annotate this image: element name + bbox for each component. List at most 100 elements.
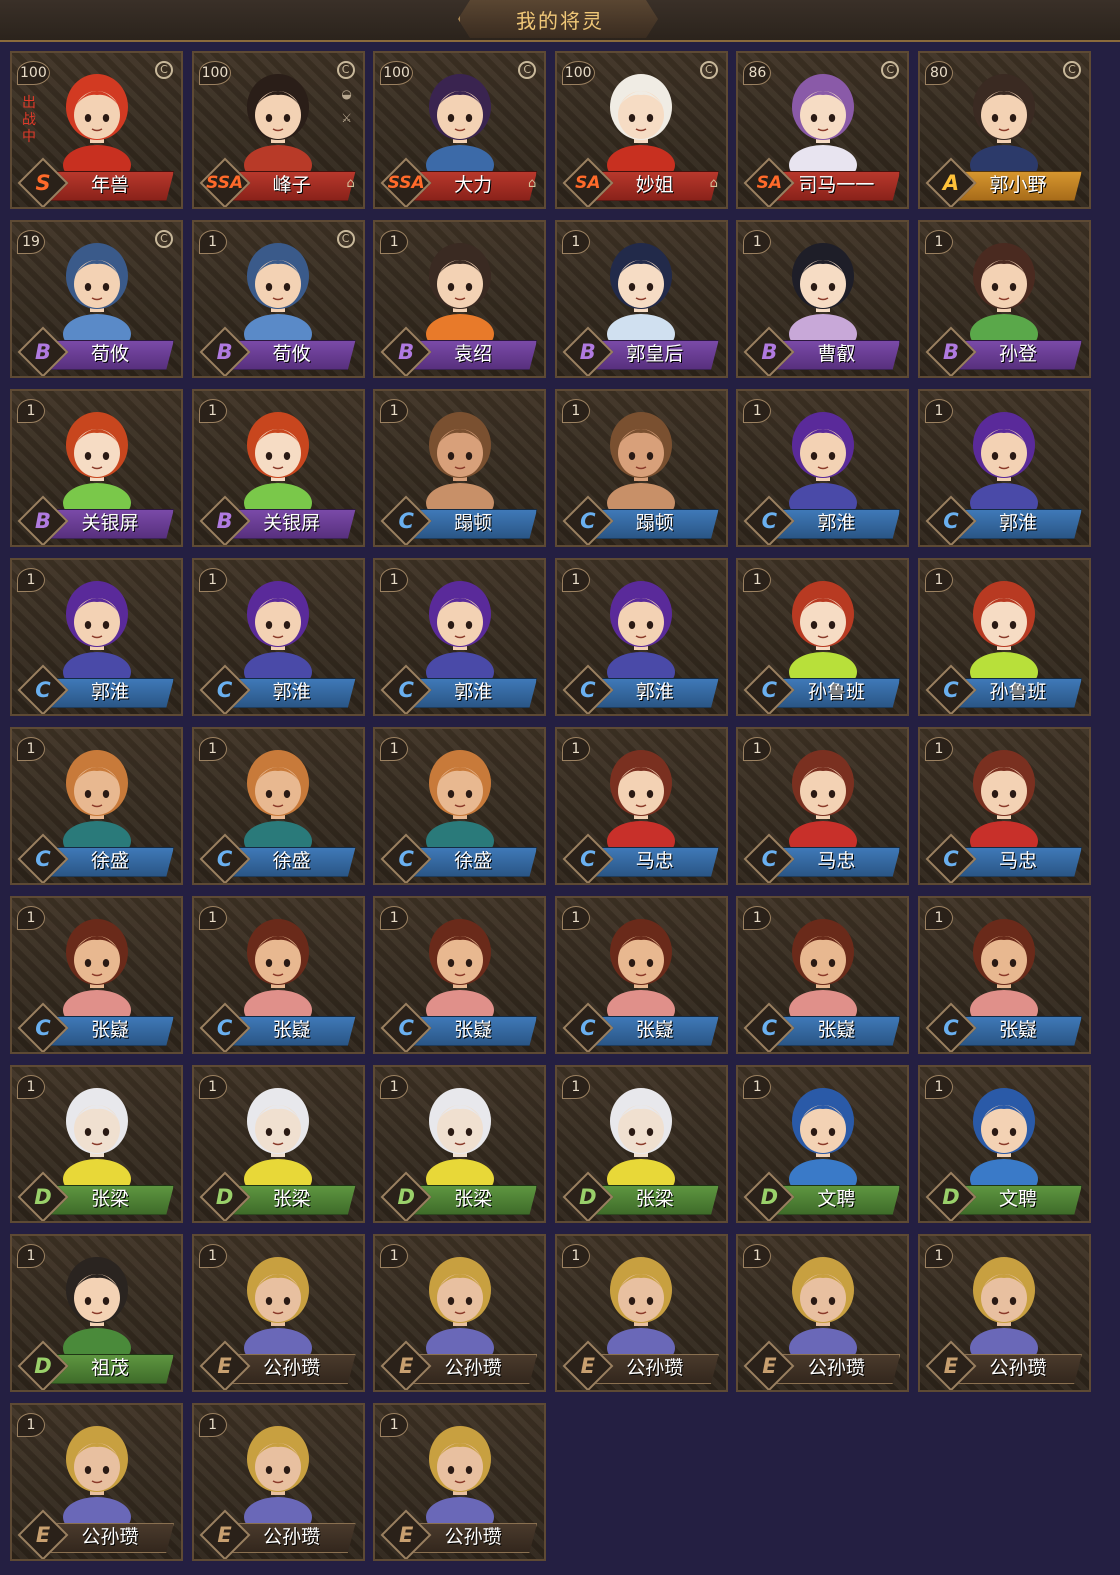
spirit-card[interactable]: 1 郭皇后 B <box>554 220 728 378</box>
character-name: 公孙瓒 <box>989 1357 1047 1379</box>
spirit-card[interactable]: 1 徐盛 C <box>10 727 183 885</box>
character-name: 关银屏 <box>81 512 139 534</box>
spirit-card[interactable]: 1 公孙瓒 E <box>917 1234 1091 1392</box>
spirit-card[interactable]: 1 公孙瓒 E <box>373 1403 547 1561</box>
spirit-card[interactable]: 1 马忠 C <box>917 727 1091 885</box>
character-name: 司马一一 <box>798 174 875 196</box>
spirit-card[interactable]: 1 张嶷 C <box>736 896 910 1054</box>
grade-letter: C <box>35 1016 51 1040</box>
character-portrait <box>788 1257 857 1356</box>
spirit-card[interactable]: 1 郭淮 C <box>191 558 365 716</box>
character-portrait <box>607 919 676 1018</box>
spirit-card[interactable]: 1 郭淮 C <box>736 389 910 547</box>
spirit-card[interactable]: 100 年兽 S C 出战中 <box>10 51 183 209</box>
spirit-card[interactable]: 1 袁绍 B <box>373 220 547 378</box>
lock-icon: ⌂ <box>528 176 537 191</box>
spirit-card[interactable]: 100 大力 SSA C ⌂ <box>373 51 547 209</box>
character-portrait <box>62 919 131 1018</box>
level-badge: 1 <box>924 737 953 761</box>
spirit-card[interactable]: 1 郭淮 C <box>917 389 1091 547</box>
level-badge: 1 <box>561 230 590 254</box>
level-badge: 1 <box>743 737 772 761</box>
spirit-card[interactable]: 1 蹋顿 C <box>554 389 728 547</box>
character-name: 妙姐 <box>635 174 674 196</box>
spirit-card[interactable]: 1 关银屏 B <box>10 389 183 547</box>
spirit-card[interactable]: 1 公孙瓒 E <box>10 1403 183 1561</box>
spirit-card[interactable]: 1 孙登 B <box>917 220 1091 378</box>
character-name: 郭淮 <box>817 512 856 534</box>
spirit-card[interactable]: 1 蹋顿 C <box>373 389 547 547</box>
grade-letter: C <box>580 1016 596 1040</box>
spirit-card[interactable]: 1 文聘 D <box>917 1065 1091 1223</box>
spirit-card[interactable]: 1 关银屏 B <box>191 389 365 547</box>
coin-icon: C <box>155 230 173 248</box>
spirit-card[interactable]: 1 郭淮 C <box>373 558 547 716</box>
level-badge: 1 <box>380 1413 409 1437</box>
spirit-card[interactable]: 100 峰子 SSA C ◒ ⚔ ⌂ <box>191 51 365 209</box>
character-name: 公孙瓒 <box>81 1526 139 1548</box>
character-name: 张梁 <box>635 1188 674 1210</box>
character-portrait <box>62 581 131 680</box>
character-name: 郭淮 <box>998 512 1037 534</box>
character-name: 郭小野 <box>989 174 1047 196</box>
spirit-card[interactable]: 1 徐盛 C <box>191 727 365 885</box>
spirit-card[interactable]: 1 张梁 D <box>191 1065 365 1223</box>
character-portrait <box>62 74 131 173</box>
spirit-card[interactable]: 1 曹叡 B <box>736 220 910 378</box>
grade-letter: D <box>34 1185 52 1209</box>
spirit-card[interactable]: 1 公孙瓒 E <box>191 1403 365 1561</box>
spirit-card[interactable]: 1 马忠 C <box>736 727 910 885</box>
grade-letter: C <box>761 509 778 533</box>
grade-letter: E <box>35 1523 51 1547</box>
spirit-card[interactable]: 1 公孙瓒 E <box>554 1234 728 1392</box>
spirit-card[interactable]: 1 公孙瓒 E <box>373 1234 547 1392</box>
page-title: 我的将灵 <box>458 0 658 38</box>
level-badge: 1 <box>198 1244 227 1268</box>
spirit-card[interactable]: 1 公孙瓒 E <box>191 1234 365 1392</box>
spirit-card[interactable]: 1 郭淮 C <box>554 558 728 716</box>
character-name: 张嶷 <box>635 1019 674 1041</box>
level-badge: 1 <box>743 568 772 592</box>
character-name: 郭淮 <box>635 681 674 703</box>
level-badge: 19 <box>17 230 45 254</box>
spirit-card[interactable]: 1 张梁 D <box>373 1065 547 1223</box>
grade-letter: C <box>580 847 596 871</box>
spirit-card[interactable]: 1 张嶷 C <box>373 896 547 1054</box>
spirit-card[interactable]: 86 司马一一 SA C <box>736 51 910 209</box>
level-badge: 1 <box>380 1075 409 1099</box>
character-portrait <box>607 243 676 342</box>
character-name: 张梁 <box>454 1188 493 1210</box>
spirit-card[interactable]: 1 张嶷 C <box>554 896 728 1054</box>
spirit-card[interactable]: 1 孙鲁班 C <box>736 558 910 716</box>
character-name: 孙鲁班 <box>989 681 1047 703</box>
spirit-card[interactable]: 1 张梁 D <box>554 1065 728 1223</box>
level-badge: 1 <box>743 1244 772 1268</box>
spirit-card[interactable]: 80 郭小野 A C <box>917 51 1091 209</box>
level-badge: 1 <box>561 737 590 761</box>
level-badge: 1 <box>743 399 772 423</box>
character-name: 祖茂 <box>90 1357 129 1379</box>
character-portrait <box>607 581 676 680</box>
spirit-card[interactable]: 1 徐盛 C <box>373 727 547 885</box>
level-badge: 1 <box>924 230 953 254</box>
spirit-card[interactable]: 1 郭淮 C <box>10 558 183 716</box>
spirit-card[interactable]: 1 祖茂 D <box>10 1234 183 1392</box>
spirit-card[interactable]: 1 张嶷 C <box>10 896 183 1054</box>
character-portrait <box>970 1088 1039 1187</box>
spirit-card[interactable]: 100 妙姐 SA C ⌂ <box>554 51 728 209</box>
spirit-card[interactable]: 1 公孙瓒 E <box>736 1234 910 1392</box>
spirit-card[interactable]: 1 荀攸 B C <box>191 220 365 378</box>
spirit-card[interactable]: 19 荀攸 B C <box>10 220 183 378</box>
character-name: 张梁 <box>90 1188 129 1210</box>
spirit-card[interactable]: 1 马忠 C <box>554 727 728 885</box>
spirit-card[interactable]: 1 文聘 D <box>736 1065 910 1223</box>
character-name: 张嶷 <box>454 1019 493 1041</box>
coin-icon: C <box>1062 61 1081 79</box>
spirit-card[interactable]: 1 孙鲁班 C <box>917 558 1091 716</box>
character-name: 曹叡 <box>817 343 856 365</box>
grade-letter: C <box>35 678 51 702</box>
spirit-card[interactable]: 1 张嶷 C <box>917 896 1091 1054</box>
spirit-card[interactable]: 1 张嶷 C <box>191 896 365 1054</box>
character-portrait <box>607 1257 676 1356</box>
spirit-card[interactable]: 1 张梁 D <box>10 1065 183 1223</box>
